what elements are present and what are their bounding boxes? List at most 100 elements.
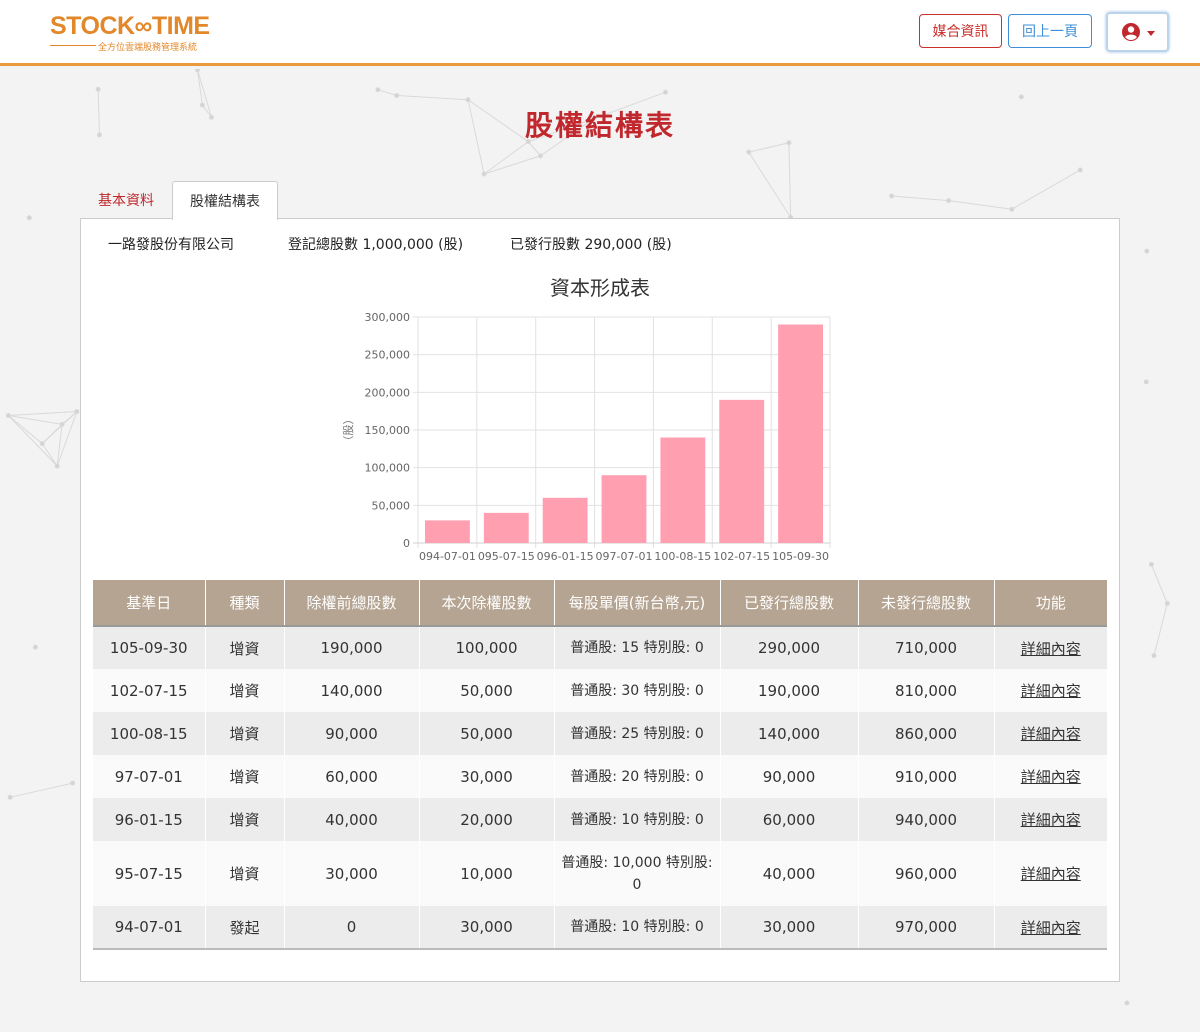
table-header-row: 基準日 種類 除權前總股數 本次除權股數 每股單價(新台幣,元) 已發行總股數 …	[93, 580, 1107, 626]
type-cell: 增資	[204, 712, 284, 755]
pre-shares-cell: 190,000	[283, 626, 419, 669]
x-tick-label: 094-07-01	[419, 550, 476, 563]
table-row: 95-07-15 增資 30,000 10,000 普通股: 10,000 特別股: 0…	[93, 841, 1107, 906]
base-date-cell: 105-09-30	[109, 639, 188, 657]
x-tick-label: 100-08-15	[654, 550, 711, 563]
detail-link[interactable]: 詳細內容	[1021, 768, 1081, 786]
col-header-type: 種類	[204, 580, 284, 626]
y-tick-label: 0	[403, 537, 410, 550]
bar[interactable]	[601, 475, 647, 543]
stocktime-logo[interactable]: STOCK∞TIME 全方位雲端股務管理系統	[50, 12, 220, 54]
function-cell: 詳細內容	[993, 626, 1107, 669]
this-shares-cell: 10,000	[418, 841, 554, 906]
unissued-total-cell: 810,000	[857, 669, 994, 712]
this-shares-cell: 50,000	[418, 712, 554, 755]
tab-basic-info[interactable]: 基本資料	[82, 181, 170, 219]
page-title: 股權結構表	[524, 109, 675, 142]
col-header-this-shares: 本次除權股數	[418, 580, 554, 626]
user-circle-icon	[1121, 23, 1140, 41]
detail-link[interactable]: 詳細內容	[1021, 919, 1081, 937]
detail-link[interactable]: 詳細內容	[1021, 865, 1081, 883]
base-date-cell: 94-07-01	[114, 918, 183, 936]
detail-link[interactable]: 詳細內容	[1021, 682, 1081, 700]
capital-bar-chart: 0 50,000 100,000 150,000 200,000 250,000 300,0…	[342, 311, 831, 563]
pre-shares-cell: 0	[283, 906, 419, 949]
type-cell: 發起	[204, 906, 284, 949]
issued-total-cell: 40,000	[719, 841, 858, 906]
detail-link[interactable]: 詳細內容	[1021, 640, 1081, 658]
type-cell: 增資	[204, 798, 284, 841]
unissued-total-cell: 860,000	[857, 712, 994, 755]
bar[interactable]	[542, 497, 588, 543]
unit-price-cell: 普通股: 15 特別股: 0	[553, 626, 720, 669]
back-button[interactable]: 回上一頁	[1008, 14, 1092, 48]
type-cell: 增資	[204, 755, 284, 798]
pre-shares-cell: 40,000	[283, 798, 419, 841]
base-date-cell: 96-01-15	[114, 810, 183, 829]
pre-shares-cell: 90,000	[283, 712, 419, 755]
table-row: 105-09-30 增資 190,000 100,000 普通股: 15 特別股: 02…	[93, 626, 1107, 669]
x-tick-label: 102-07-15	[713, 550, 770, 563]
unit-price-cell: 普通股: 10 特別股: 0	[553, 798, 720, 841]
unissued-total-cell: 940,000	[857, 798, 994, 841]
pre-shares-cell: 140,000	[283, 669, 419, 712]
issued-total-cell: 290,000	[719, 626, 858, 669]
issued-shares: 已發行股數 290,000 (股)	[510, 237, 672, 253]
base-date-cell: 100-08-15	[109, 724, 188, 743]
bar[interactable]	[778, 324, 823, 543]
issued-total-cell: 140,000	[719, 712, 858, 755]
type-cell: 增資	[204, 669, 284, 712]
logo-text: STOCK∞TIME	[50, 12, 210, 40]
issued-total-cell: 60,000	[719, 798, 858, 841]
detail-link[interactable]: 詳細內容	[1021, 725, 1081, 743]
type-cell: 增資	[204, 626, 284, 669]
this-shares-cell: 30,000	[418, 755, 554, 798]
col-header-pre-shares: 除權前總股數	[283, 580, 419, 626]
table-row: 94-07-01 發起 0 30,000 普通股: 10 特別股: 0 30,000 970…	[93, 906, 1107, 949]
issued-total-cell: 190,000	[719, 669, 858, 712]
this-shares-cell: 50,000	[418, 669, 554, 712]
logo-divider	[50, 45, 96, 46]
function-cell: 詳細內容	[993, 906, 1107, 949]
unit-price-cell: 普通股: 20 特別股: 0	[553, 755, 720, 798]
this-shares-cell: 20,000	[418, 798, 554, 841]
logo-subtitle: 全方位雲端股務管理系統	[98, 43, 198, 53]
bar[interactable]	[719, 399, 765, 543]
function-cell: 詳細內容	[993, 669, 1107, 712]
detail-link[interactable]: 詳細內容	[1021, 811, 1081, 829]
y-tick-label: 250,000	[365, 349, 411, 362]
user-menu-button[interactable]	[1106, 12, 1169, 52]
bar[interactable]	[425, 520, 470, 543]
bar[interactable]	[483, 512, 529, 543]
base-date-cell: 102-07-15	[109, 681, 188, 700]
table-row: 100-08-15 增資 90,000 50,000 普通股: 25 特別股: 0 140…	[93, 712, 1107, 755]
table-row: 102-07-15 增資 140,000 50,000 普通股: 30 特別股: 0 19…	[93, 669, 1107, 712]
issued-total-cell: 30,000	[719, 906, 858, 949]
col-header-issued-total: 已發行總股數	[719, 580, 858, 626]
tab-equity-structure[interactable]: 股權結構表	[172, 181, 278, 220]
function-cell: 詳細內容	[993, 841, 1107, 906]
bar[interactable]	[660, 437, 706, 543]
type-cell: 增資	[204, 841, 284, 906]
unit-price-cell: 普通股: 25 特別股: 0	[553, 712, 720, 755]
unit-price-cell: 普通股: 30 特別股: 0	[553, 669, 720, 712]
base-date-cell: 97-07-01	[114, 767, 183, 786]
company-name: 一路發股份有限公司	[108, 237, 234, 253]
function-cell: 詳細內容	[993, 755, 1107, 798]
x-tick-label: 105-09-30	[772, 550, 829, 563]
this-shares-cell: 30,000	[418, 906, 554, 949]
chevron-down-icon	[1146, 30, 1155, 36]
y-tick-label: 200,000	[365, 386, 411, 399]
media-info-button[interactable]: 媒合資訊	[919, 14, 1002, 48]
this-shares-cell: 100,000	[418, 626, 554, 669]
function-cell: 詳細內容	[993, 798, 1107, 841]
y-axis-label: （股）	[342, 414, 355, 447]
x-tick-label: 096-01-15	[537, 550, 594, 563]
col-header-unit-price: 每股單價(新台幣,元)	[553, 580, 720, 626]
unissued-total-cell: 710,000	[857, 626, 994, 669]
chart-title: 資本形成表	[550, 276, 650, 300]
unit-price-cell: 普通股: 10,000 特別股: 0	[553, 841, 720, 906]
unissued-total-cell: 960,000	[857, 841, 994, 906]
x-tick-label: 095-07-15	[478, 550, 535, 563]
col-header-unissued-total: 未發行總股數	[857, 580, 994, 626]
